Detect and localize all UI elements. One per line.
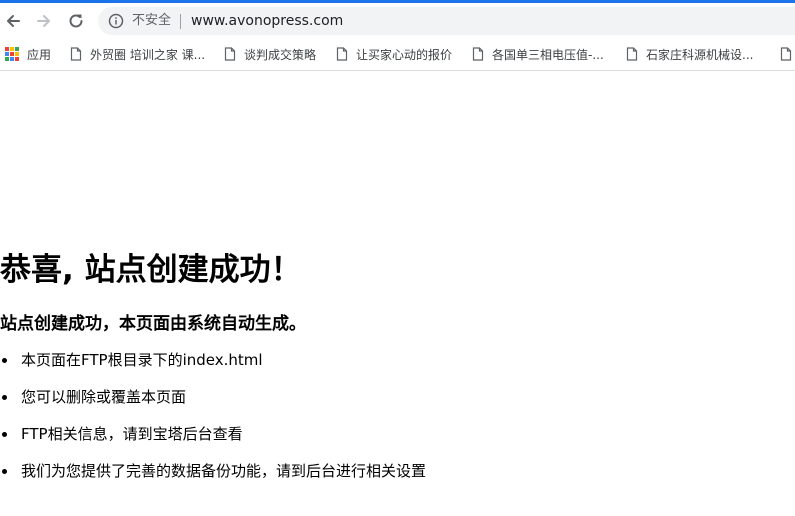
bookmark-item[interactable]: 谈判成交策略 <box>224 39 316 69</box>
page-icon <box>336 47 348 61</box>
list-item: FTP相关信息，请到宝塔后台查看 <box>0 421 426 458</box>
page-icon <box>224 47 236 61</box>
bookmark-label: 石家庄科源机械设... <box>646 47 754 62</box>
url-text[interactable]: www.avonopress.com <box>191 7 343 35</box>
bookmark-item[interactable] <box>780 39 792 69</box>
security-status[interactable]: 不安全 <box>132 7 171 35</box>
page-subheading: 站点创建成功，本页面由系统自动生成。 <box>0 314 306 334</box>
bookmark-item[interactable]: 让买家心动的报价 <box>336 39 452 69</box>
apps-grid-icon <box>5 47 19 61</box>
page-heading: 恭喜, 站点创建成功！ <box>0 252 302 288</box>
reload-button[interactable] <box>63 8 89 34</box>
page-icon <box>780 47 792 61</box>
bookmark-apps[interactable]: 应用 <box>5 39 51 69</box>
page-icon <box>70 47 82 61</box>
bookmark-label: 应用 <box>27 47 52 62</box>
address-divider <box>180 14 181 29</box>
info-list: 本页面在FTP根目录下的index.html 您可以删除或覆盖本页面 FTP相关… <box>0 347 426 495</box>
list-item: 本页面在FTP根目录下的index.html <box>0 347 426 384</box>
bookmark-label: 外贸圈 培训之家 课... <box>90 47 206 62</box>
bookmark-label: 各国单三相电压值-... <box>492 47 604 62</box>
bookmark-item[interactable]: 各国单三相电压值-... <box>472 39 604 69</box>
bookmarks-bar: 应用 外贸圈 培训之家 课... 谈判成交策略 让买家心动的报价 各国单三相电压… <box>0 39 795 69</box>
bookmark-item[interactable]: 石家庄科源机械设... <box>626 39 753 69</box>
arrow-left-icon <box>7 15 20 27</box>
browser-toolbar: 不安全 www.avonopress.com <box>0 3 795 39</box>
forward-button[interactable] <box>31 8 57 34</box>
bookmark-label: 让买家心动的报价 <box>356 47 453 62</box>
page-icon <box>472 47 484 61</box>
list-item: 我们为您提供了完善的数据备份功能，请到后台进行相关设置 <box>0 458 426 495</box>
back-button[interactable] <box>0 8 26 34</box>
page-content: 恭喜, 站点创建成功！ 站点创建成功，本页面由系统自动生成。 本页面在FTP根目… <box>0 71 795 516</box>
list-item: 您可以删除或覆盖本页面 <box>0 384 426 421</box>
arrow-right-icon <box>37 15 50 27</box>
address-bar[interactable]: 不安全 www.avonopress.com <box>98 7 795 35</box>
info-circle-icon[interactable] <box>108 13 124 29</box>
page-icon <box>626 47 638 61</box>
bookmark-item[interactable]: 外贸圈 培训之家 课... <box>70 39 205 69</box>
bookmark-label: 谈判成交策略 <box>244 47 317 62</box>
reload-icon <box>69 14 83 28</box>
